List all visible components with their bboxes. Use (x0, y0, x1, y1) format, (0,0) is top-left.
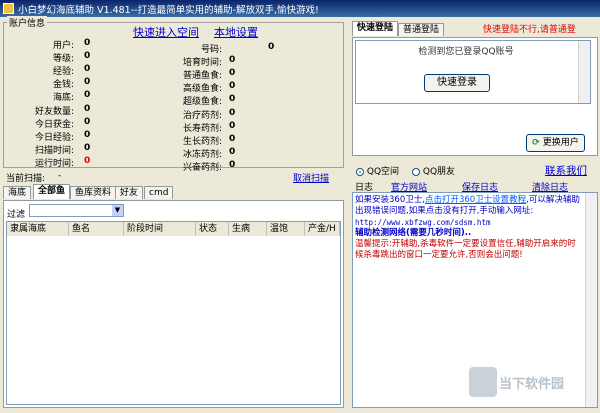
local-settings-link[interactable]: 本地设置 (214, 24, 258, 40)
col-status[interactable]: 状态 (196, 222, 229, 236)
account-left-value-8: 0 (84, 142, 91, 153)
col-satiety[interactable]: 温饱 (267, 222, 305, 236)
login-box-scrollbar[interactable] (578, 41, 590, 103)
radio-selected-icon[interactable] (356, 167, 364, 176)
login-panel: 检测到您已登录QQ账号 快速登录 ⟳ 更换用户 (352, 37, 598, 156)
all-fish-panel: 过滤 ▼ 隶属海底 鱼名 阶段时间 状态 生病 温饱 产金/H (3, 200, 344, 408)
cancel-scan-link[interactable]: 取消扫描 (293, 171, 329, 184)
account-right-value-3: 0 (229, 81, 236, 92)
filter-label: 过滤 (7, 210, 26, 220)
log-360-tutorial-link[interactable]: 点击打开360卫士设置教程 (425, 195, 526, 205)
detected-account-text: 检测到您已登录QQ账号 (418, 47, 514, 57)
log-scrollbar[interactable] (585, 193, 597, 407)
account-right-value-9: 0 (229, 159, 236, 170)
mode-qq-friends[interactable]: QQ朋友 (412, 164, 455, 177)
fish-table: 隶属海底 鱼名 阶段时间 状态 生病 温饱 产金/H (6, 221, 341, 405)
log-url-line: http://www.xbfzwg.com/sdsm.htm (355, 218, 491, 227)
account-left-value-7: 0 (84, 129, 91, 140)
account-right-value-0: 0 (268, 42, 275, 52)
log-tip: 温馨提示:开辅助,杀毒软件一定要设置信任,辅助开启来的时候杀毒跳出的窗口一定要允… (355, 239, 576, 260)
tab-normal-login[interactable]: 普通登陆 (398, 23, 445, 36)
col-fish-name[interactable]: 鱼名 (69, 222, 124, 236)
col-stage-time[interactable]: 阶段时间 (124, 222, 196, 236)
log-panel: 如果安装360卫士,点击打开360卫士设置教程,可以解决辅助出现错误问题,如果点… (352, 192, 598, 408)
login-tabs: 快速登陆 普通登陆 (352, 21, 598, 38)
account-left-label-3: 金钱: (52, 80, 74, 91)
tab-fish-library[interactable]: 鱼库资料 (70, 186, 117, 199)
account-right-value-8: 0 (229, 146, 236, 157)
account-left-value-3: 0 (84, 77, 91, 88)
log-detect-line: 辅助检测网络(需要几秒时间).. (355, 228, 472, 238)
account-right-label-0: 号码: (200, 45, 222, 55)
account-left-value-2: 0 (84, 64, 91, 75)
account-left-label-0: 用户: (52, 41, 74, 51)
quick-enter-space-link[interactable]: 快速进入空间 (133, 24, 199, 40)
switch-user-button[interactable]: ⟳ 更换用户 (526, 134, 585, 152)
log-content: 如果安装360卫士,点击打开360卫士设置教程,可以解决辅助出现错误问题,如果点… (355, 195, 583, 261)
radio-unselected-icon[interactable] (412, 167, 420, 176)
col-seabed[interactable]: 隶属海底 (7, 222, 69, 236)
app-icon (3, 3, 14, 14)
switch-user-label: 更换用户 (542, 138, 579, 148)
account-left-value-9: 0 (84, 155, 91, 166)
chevron-down-icon[interactable]: ▼ (112, 205, 123, 216)
title-bar: 小白梦幻海底辅助 V1.481--打造最简单实用的辅助-解放双手,愉快游戏! (0, 0, 600, 17)
filter-select[interactable]: ▼ (29, 204, 124, 217)
account-right-label-2: 普通鱼食: (182, 71, 222, 82)
account-left-label-4: 海底: (52, 93, 74, 104)
scan-value: - (58, 171, 62, 181)
watermark-logo (469, 367, 497, 397)
account-left-value-4: 0 (84, 90, 91, 101)
quick-login-button[interactable]: 快速登录 (424, 74, 490, 92)
account-right-label-5: 治疗药剂: (182, 110, 222, 121)
account-left-label-8: 扫描时间: (34, 145, 74, 156)
account-right-value-6: 0 (229, 120, 236, 131)
mode-qq-space-label: QQ空间 (366, 167, 400, 177)
account-right-label-8: 冰冻药剂: (182, 149, 222, 160)
tab-seabed[interactable]: 海底 (3, 186, 32, 199)
account-left-value-5: 0 (84, 103, 91, 114)
account-right-value-7: 0 (229, 133, 236, 144)
account-left-value-1: 0 (84, 51, 91, 62)
login-box: 检测到您已登录QQ账号 快速登录 (355, 40, 591, 104)
refresh-icon: ⟳ (532, 138, 540, 148)
log-line1-prefix: 如果安装360卫士, (355, 195, 425, 205)
tab-quick-login[interactable]: 快速登陆 (352, 21, 399, 36)
tab-cmd[interactable]: cmd (144, 186, 174, 199)
account-right-label-7: 生长药剂: (182, 136, 222, 147)
account-left-label-2: 经验: (52, 67, 74, 78)
account-right-label-9: 兴奋药剂: (182, 162, 222, 173)
account-right-label-4: 超级鱼食: (182, 97, 222, 108)
mode-qq-space[interactable]: QQ空间 (356, 164, 399, 177)
account-left-label-6: 今日获金: (34, 119, 74, 130)
account-right-label-3: 高级鱼食: (182, 84, 222, 95)
account-left-label-5: 好友数量: (34, 106, 74, 117)
col-sick[interactable]: 生病 (229, 222, 267, 236)
watermark-text: 当下软件园 (499, 377, 565, 392)
account-left-value-6: 0 (84, 116, 91, 127)
account-left-label-7: 今日经验: (34, 132, 74, 143)
account-left-label-9: 运行时间: (34, 158, 74, 169)
account-right-value-2: 0 (229, 68, 236, 79)
account-info-title: 账户信息 (7, 16, 48, 29)
account-right-value-1: 0 (229, 55, 236, 66)
col-gold-per-hour[interactable]: 产金/H (305, 222, 340, 236)
contact-us-link[interactable]: 联系我们 (545, 163, 587, 178)
account-right-value-5: 0 (229, 107, 236, 118)
account-right-label-1: 培育时间: (182, 58, 222, 69)
tab-all-fish[interactable]: 全部鱼 (33, 184, 71, 199)
account-left-label-1: 等级: (52, 54, 74, 65)
bottom-tabs: 海底 全部鱼 鱼库资料 好友 cmd (3, 184, 344, 201)
account-left-value-0: 0 (84, 38, 91, 48)
window-title: 小白梦幻海底辅助 V1.481--打造最简单实用的辅助-解放双手,愉快游戏! (18, 5, 319, 16)
account-right-label-6: 长寿药剂: (182, 123, 222, 134)
tab-friends[interactable]: 好友 (115, 186, 144, 199)
account-right-value-4: 0 (229, 94, 236, 105)
scan-label: 当前扫描: (6, 174, 46, 184)
mode-qq-friends-label: QQ朋友 (422, 167, 456, 177)
